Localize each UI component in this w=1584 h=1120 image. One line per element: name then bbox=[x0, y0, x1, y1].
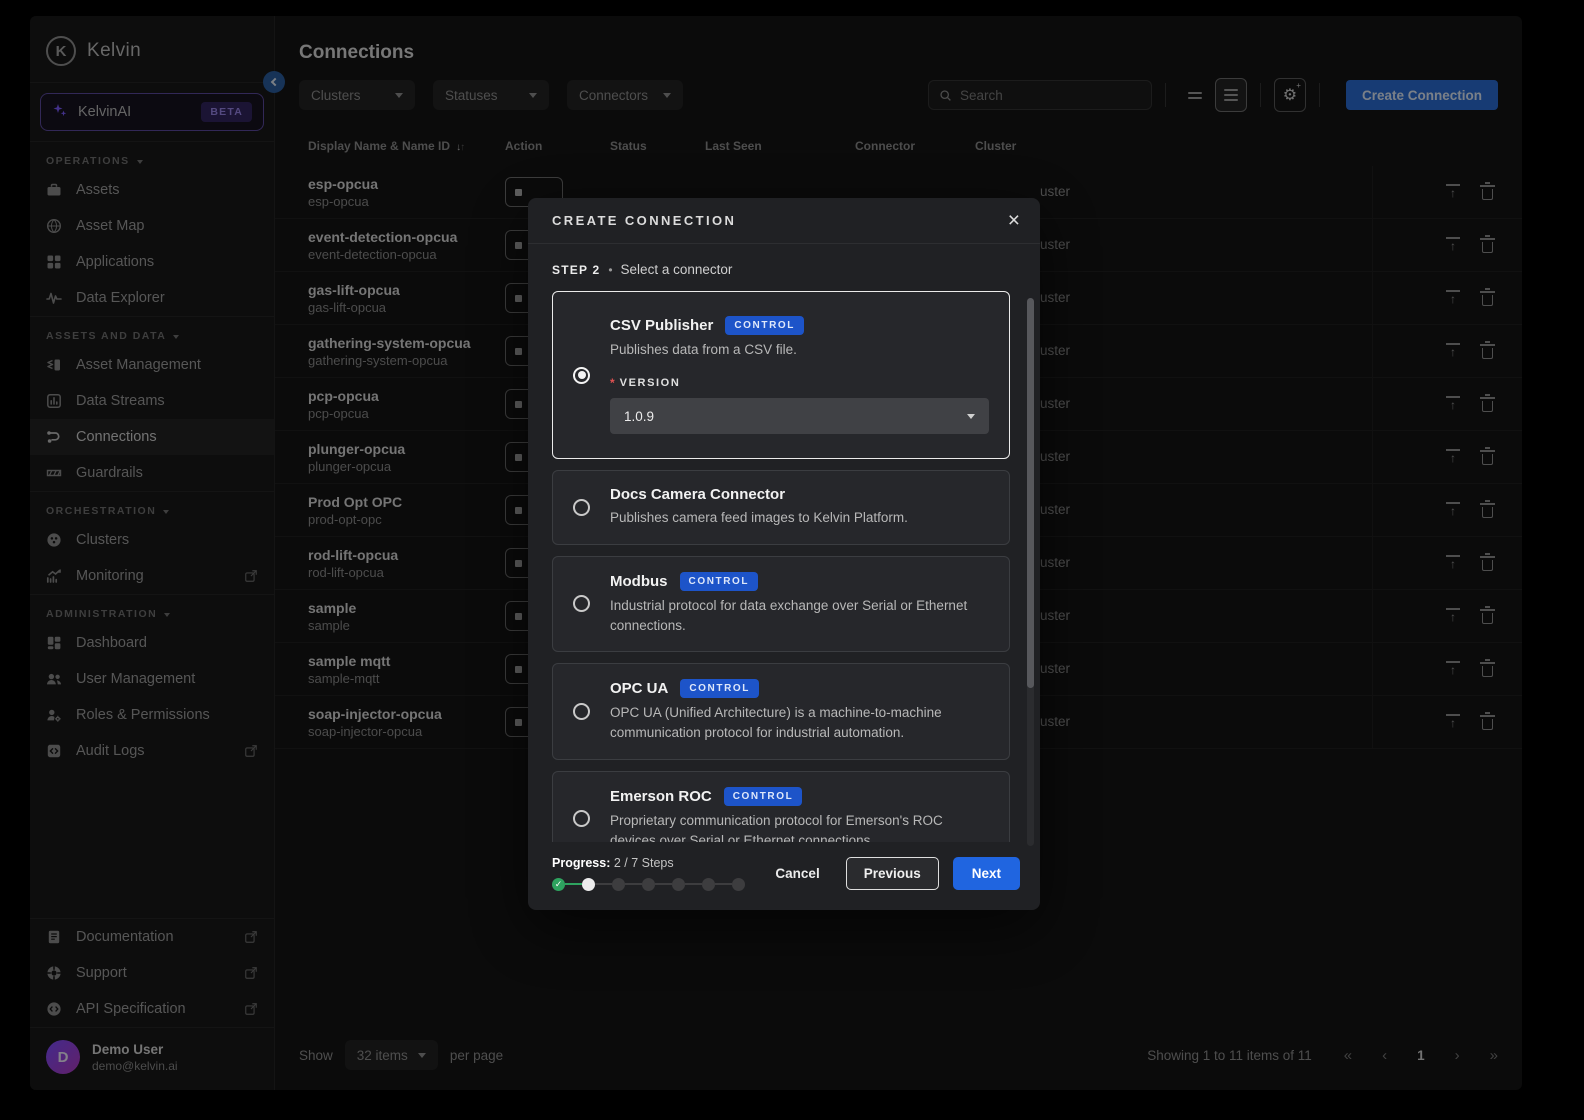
connector-option-body: Docs Camera Connector Publishes camera fe… bbox=[610, 486, 989, 528]
step-indicator: STEP 2 • Select a connector bbox=[528, 244, 1040, 289]
version-select[interactable]: 1.0.9 bbox=[610, 398, 989, 434]
connector-description: Publishes data from a CSV file. bbox=[610, 340, 989, 360]
progress-dots: ✓ bbox=[552, 878, 745, 891]
radio-icon[interactable] bbox=[573, 810, 590, 827]
connector-option-csv-publisher[interactable]: CSV Publisher CONTROL Publishes data from … bbox=[552, 291, 1010, 459]
control-badge: CONTROL bbox=[725, 316, 804, 335]
progress-line bbox=[685, 883, 702, 886]
radio-icon[interactable] bbox=[573, 499, 590, 516]
scrollbar-thumb[interactable] bbox=[1027, 298, 1034, 688]
modal-title: CREATE CONNECTION bbox=[552, 213, 736, 228]
connector-option-body: Emerson ROC CONTROL Proprietary communicat… bbox=[610, 787, 989, 843]
progress-dot-current bbox=[582, 878, 595, 891]
connector-options-list: CSV Publisher CONTROL Publishes data from … bbox=[528, 289, 1040, 842]
cancel-button[interactable]: Cancel bbox=[775, 866, 819, 881]
progress-section: Progress: 2 / 7 Steps ✓ bbox=[552, 856, 745, 891]
chevron-down-icon bbox=[967, 414, 975, 419]
connector-description: OPC UA (Unified Architecture) is a machi… bbox=[610, 703, 989, 744]
connector-option-emerson-roc[interactable]: Emerson ROC CONTROL Proprietary communicat… bbox=[552, 771, 1010, 843]
radio-selected-icon[interactable] bbox=[573, 367, 590, 384]
connector-description: Proprietary communication protocol for E… bbox=[610, 811, 989, 843]
version-label-text: VERSION bbox=[620, 377, 681, 389]
progress-dot bbox=[612, 878, 625, 891]
version-value: 1.0.9 bbox=[624, 409, 654, 424]
control-badge: CONTROL bbox=[680, 679, 759, 698]
progress-label: Progress: bbox=[552, 856, 610, 870]
connector-name: OPC UA bbox=[610, 680, 668, 697]
radio-icon[interactable] bbox=[573, 703, 590, 720]
connector-name: Emerson ROC bbox=[610, 788, 712, 805]
control-badge: CONTROL bbox=[724, 787, 803, 806]
connector-description: Publishes camera feed images to Kelvin P… bbox=[610, 508, 989, 528]
connector-option-body: Modbus CONTROL Industrial protocol for dat… bbox=[610, 572, 989, 637]
progress-dot bbox=[672, 878, 685, 891]
radio-icon[interactable] bbox=[573, 595, 590, 612]
connector-title-row: Docs Camera Connector bbox=[610, 486, 989, 503]
progress-line bbox=[565, 883, 582, 886]
progress-dot bbox=[702, 878, 715, 891]
control-badge: CONTROL bbox=[680, 572, 759, 591]
connector-description: Industrial protocol for data exchange ov… bbox=[610, 596, 989, 637]
connector-title-row: Emerson ROC CONTROL bbox=[610, 787, 989, 806]
progress-line bbox=[625, 883, 642, 886]
modal-scrollbar[interactable] bbox=[1027, 298, 1034, 846]
connector-option-modbus[interactable]: Modbus CONTROL Industrial protocol for dat… bbox=[552, 556, 1010, 653]
connector-name: CSV Publisher bbox=[610, 317, 713, 334]
modal-header: CREATE CONNECTION × bbox=[528, 198, 1040, 244]
step-number: STEP 2 bbox=[552, 263, 600, 277]
connector-name: Modbus bbox=[610, 573, 668, 590]
progress-line bbox=[655, 883, 672, 886]
progress-line bbox=[595, 883, 612, 886]
connector-option-docs-camera-connector[interactable]: Docs Camera Connector Publishes camera fe… bbox=[552, 470, 1010, 544]
progress-dot bbox=[642, 878, 655, 891]
progress-dot bbox=[732, 878, 745, 891]
create-connection-modal: CREATE CONNECTION × STEP 2 • Select a co… bbox=[528, 198, 1040, 910]
connector-title-row: Modbus CONTROL bbox=[610, 572, 989, 591]
connector-title-row: OPC UA CONTROL bbox=[610, 679, 989, 698]
progress-text: 2 / 7 Steps bbox=[614, 856, 674, 870]
close-icon[interactable]: × bbox=[1008, 210, 1020, 231]
connector-name: Docs Camera Connector bbox=[610, 486, 785, 503]
connector-option-body: CSV Publisher CONTROL Publishes data from … bbox=[610, 316, 989, 434]
previous-button[interactable]: Previous bbox=[846, 857, 939, 890]
required-asterisk: * bbox=[610, 376, 615, 390]
connector-option-body: OPC UA CONTROL OPC UA (Unified Architectur… bbox=[610, 679, 989, 744]
bullet-icon: • bbox=[608, 263, 612, 277]
progress-line bbox=[715, 883, 732, 886]
modal-footer: Progress: 2 / 7 Steps ✓ Cancel Previous … bbox=[528, 842, 1040, 910]
step-description: Select a connector bbox=[621, 262, 733, 277]
connector-option-opc-ua[interactable]: OPC UA CONTROL OPC UA (Unified Architectur… bbox=[552, 663, 1010, 760]
version-label: * VERSION bbox=[610, 376, 989, 390]
progress-dot-complete: ✓ bbox=[552, 878, 565, 891]
connector-title-row: CSV Publisher CONTROL bbox=[610, 316, 989, 335]
next-button[interactable]: Next bbox=[953, 857, 1020, 890]
